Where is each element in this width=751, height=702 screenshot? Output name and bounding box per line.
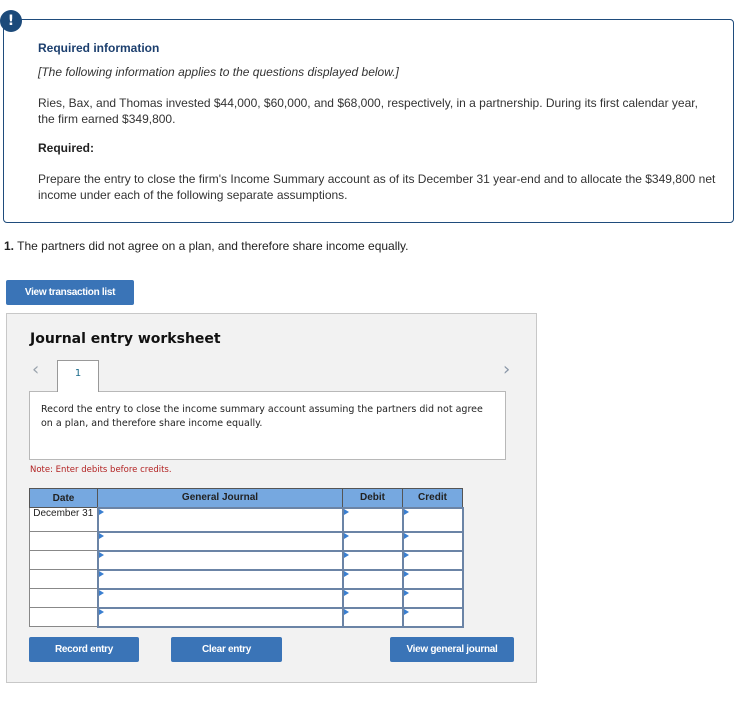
account-input[interactable]	[98, 608, 342, 626]
journal-table: Date General Journal Debit Credit Decemb…	[29, 488, 464, 628]
clear-entry-button[interactable]: Clear entry	[171, 637, 282, 662]
account-cell[interactable]	[96, 587, 344, 609]
table-row	[29, 587, 464, 609]
instruction-box: Record the entry to close the income sum…	[29, 391, 506, 460]
debit-cell[interactable]	[341, 606, 404, 628]
date-cell: December 31	[29, 507, 98, 532]
dropdown-marker-icon	[98, 570, 104, 577]
table-header-row: Date General Journal Debit Credit	[29, 488, 463, 508]
debit-cell[interactable]	[341, 530, 404, 552]
credit-cell[interactable]	[401, 606, 464, 628]
header-debit: Debit	[342, 488, 403, 508]
table-row	[29, 606, 464, 628]
header-date: Date	[29, 488, 98, 508]
credit-cell[interactable]	[401, 530, 464, 552]
account-cell[interactable]	[96, 606, 344, 628]
required-information-box: Required information [The following info…	[3, 19, 734, 223]
input-marker-icon	[403, 508, 409, 515]
credit-input[interactable]	[403, 608, 462, 626]
account-cell[interactable]	[96, 549, 344, 571]
debit-input[interactable]	[343, 532, 402, 550]
chevron-left-icon[interactable]: ‹	[32, 359, 39, 380]
info-title: Required information	[38, 41, 160, 55]
required-text: Prepare the entry to close the firm's In…	[38, 172, 716, 202]
credit-input[interactable]	[403, 508, 462, 531]
debit-cell[interactable]	[341, 587, 404, 609]
debit-input[interactable]	[343, 570, 402, 588]
question-number: 1.	[4, 239, 15, 253]
record-entry-button[interactable]: Record entry	[29, 637, 139, 662]
date-cell	[29, 569, 98, 589]
input-marker-icon	[403, 570, 409, 577]
instruction-text: Record the entry to close the income sum…	[41, 404, 483, 429]
dropdown-marker-icon	[98, 532, 104, 539]
input-marker-icon	[403, 608, 409, 615]
view-general-journal-button[interactable]: View general journal	[390, 637, 514, 662]
input-marker-icon	[403, 551, 409, 558]
debit-input[interactable]	[343, 608, 402, 626]
account-cell[interactable]	[96, 506, 344, 533]
table-row	[29, 549, 464, 571]
info-subtitle: [The following information applies to th…	[38, 65, 399, 79]
question-text: 1. The partners did not agree on a plan,…	[4, 239, 409, 253]
header-general-journal: General Journal	[97, 488, 343, 508]
view-transaction-list-button[interactable]: View transaction list	[6, 280, 134, 305]
debit-input[interactable]	[343, 589, 402, 607]
question-body: The partners did not agree on a plan, an…	[14, 239, 409, 253]
input-marker-icon	[343, 570, 349, 577]
credit-cell[interactable]	[401, 587, 464, 609]
chevron-right-icon[interactable]: ›	[503, 359, 510, 380]
info-body: Ries, Bax, and Thomas invested $44,000, …	[38, 96, 698, 126]
worksheet-title: Journal entry worksheet	[30, 331, 221, 347]
debit-cell[interactable]	[341, 549, 404, 571]
credit-cell[interactable]	[401, 568, 464, 590]
input-marker-icon	[343, 589, 349, 596]
account-cell[interactable]	[96, 568, 344, 590]
input-marker-icon	[403, 532, 409, 539]
account-cell[interactable]	[96, 530, 344, 552]
account-input[interactable]	[98, 551, 342, 569]
journal-entry-worksheet-panel: Journal entry worksheet ‹ 1 › Record the…	[6, 313, 537, 683]
worksheet-tab-1[interactable]: 1	[57, 360, 99, 392]
account-input[interactable]	[98, 589, 342, 607]
dropdown-marker-icon	[98, 608, 104, 615]
debit-cell[interactable]	[341, 506, 404, 533]
credit-input[interactable]	[403, 589, 462, 607]
account-input[interactable]	[98, 570, 342, 588]
input-marker-icon	[343, 532, 349, 539]
required-label: Required:	[38, 141, 95, 155]
date-cell	[29, 588, 98, 608]
table-row: December 31	[29, 506, 464, 533]
table-row	[29, 568, 464, 590]
account-input[interactable]	[98, 532, 342, 550]
header-credit: Credit	[402, 488, 463, 508]
input-marker-icon	[403, 589, 409, 596]
input-marker-icon	[343, 508, 349, 515]
note-text: Note: Enter debits before credits.	[30, 465, 172, 475]
dropdown-marker-icon	[98, 589, 104, 596]
credit-cell[interactable]	[401, 506, 464, 533]
debit-input[interactable]	[343, 508, 402, 531]
input-marker-icon	[343, 551, 349, 558]
dropdown-marker-icon	[98, 551, 104, 558]
input-marker-icon	[343, 608, 349, 615]
debit-input[interactable]	[343, 551, 402, 569]
dropdown-marker-icon	[98, 508, 104, 515]
date-cell	[29, 607, 98, 627]
exclamation-icon: !	[0, 10, 22, 32]
date-cell	[29, 531, 98, 551]
date-cell	[29, 550, 98, 570]
credit-input[interactable]	[403, 532, 462, 550]
credit-input[interactable]	[403, 570, 462, 588]
account-input[interactable]	[98, 508, 342, 531]
credit-cell[interactable]	[401, 549, 464, 571]
table-row	[29, 530, 464, 552]
credit-input[interactable]	[403, 551, 462, 569]
debit-cell[interactable]	[341, 568, 404, 590]
